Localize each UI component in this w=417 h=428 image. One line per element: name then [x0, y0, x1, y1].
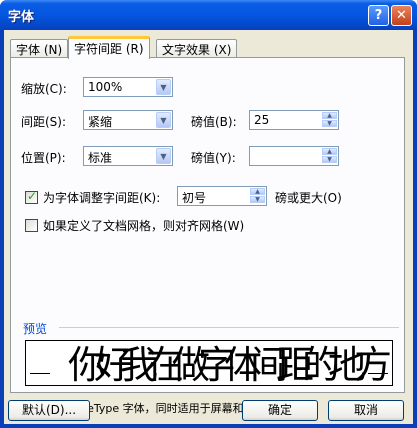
preview-sample: 你好我在做字体间距的地方 [68, 343, 392, 386]
tab-font[interactable]: 字体 (N) [10, 39, 69, 57]
divider [59, 327, 399, 328]
chevron-down-icon[interactable]: ▼ [156, 148, 171, 164]
scale-label: 缩放(C): [21, 82, 67, 96]
chevron-down-icon[interactable]: ▼ [156, 112, 171, 128]
spinner-arrows-icon[interactable]: ▲ ▼ [322, 112, 337, 128]
kerning-checkbox[interactable]: ✓ [25, 189, 38, 204]
dialog-client: 字体 (N) 字符间距 (R) 文字效果 (X) 缩放(C): 100% ▼ 间… [4, 30, 413, 424]
help-button[interactable]: ? [368, 5, 389, 26]
kerning-size-spinner[interactable]: 初号 ▲ ▼ [177, 186, 267, 206]
spinner-arrows-icon[interactable]: ▲ ▼ [322, 148, 337, 164]
position-by-label: 磅值(Y): [191, 151, 236, 165]
position-value: 标准 [88, 151, 113, 165]
position-by-spinner[interactable]: ▲ ▼ [249, 146, 339, 166]
spacing-by-spinner[interactable]: 25 ▲ ▼ [249, 110, 339, 130]
spacing-value: 紧缩 [88, 115, 113, 129]
cancel-button[interactable]: 取消 [328, 400, 404, 421]
close-button[interactable]: ✕ [391, 5, 412, 26]
font-dialog: 字体 ? ✕ 字体 (N) 字符间距 (R) 文字效果 (X) 缩放(C): 1… [0, 0, 417, 428]
snap-to-grid-label: 如果定义了文档网格，则对齐网格(W) [43, 219, 245, 233]
preview-group-label: 预览 [23, 322, 48, 336]
scale-combo[interactable]: 100% ▼ [83, 77, 173, 97]
position-label: 位置(P): [21, 151, 66, 165]
kerning-size-value: 初号 [182, 191, 207, 205]
preview-box: 你好我在做字体间距的地方 [25, 340, 393, 386]
spinner-arrows-icon[interactable]: ▲ ▼ [250, 188, 265, 204]
spacing-panel: 缩放(C): 100% ▼ 间距(S): 紧缩 ▼ 磅值(B): 25 ▲ ▼ 位… [10, 57, 405, 415]
tab-text-effects[interactable]: 文字效果 (X) [156, 39, 238, 57]
kerning-label: 为字体调整字间距(K): [43, 191, 161, 205]
spacing-label: 间距(S): [21, 115, 67, 129]
chevron-down-icon[interactable]: ▼ [156, 79, 171, 95]
scale-value: 100% [88, 80, 123, 94]
baseline-right [368, 373, 388, 374]
spacing-by-label: 磅值(B): [191, 115, 237, 129]
default-button[interactable]: 默认(D)... [8, 400, 90, 421]
baseline-left [30, 373, 50, 374]
spacing-by-value: 25 [254, 113, 270, 127]
title-bar[interactable]: 字体 ? ✕ [0, 0, 417, 30]
position-combo[interactable]: 标准 ▼ [83, 146, 173, 166]
dialog-title: 字体 [8, 10, 35, 25]
checkmark-icon: ✓ [27, 189, 38, 203]
spacing-combo[interactable]: 紧缩 ▼ [83, 110, 173, 130]
tab-character-spacing[interactable]: 字符间距 (R) [68, 36, 150, 59]
ok-button[interactable]: 确定 [242, 400, 318, 421]
snap-to-grid-checkbox[interactable] [25, 219, 38, 232]
kerning-suffix: 磅或更大(O) [275, 191, 342, 205]
